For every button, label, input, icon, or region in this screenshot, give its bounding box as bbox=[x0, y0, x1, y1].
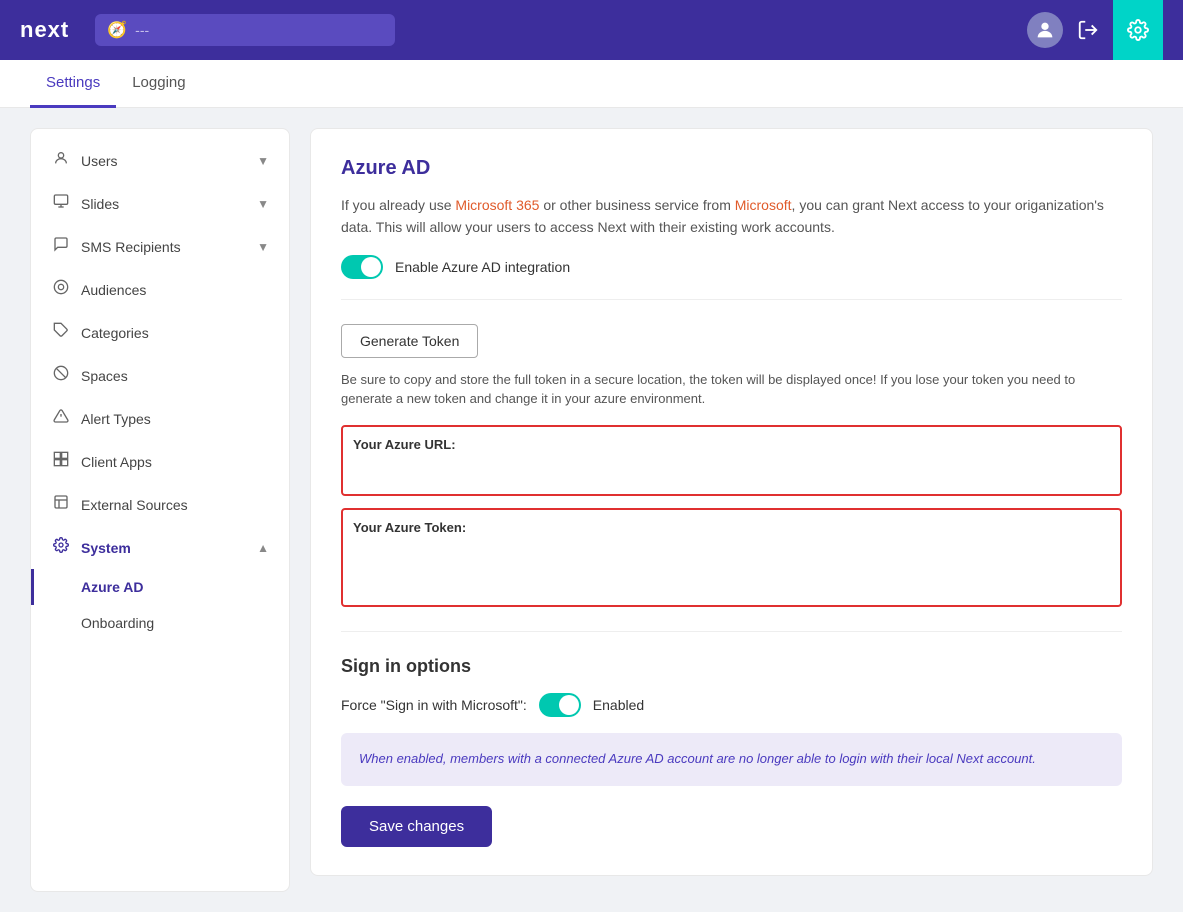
sidebar-item-slides[interactable]: Slides ▼ bbox=[31, 182, 289, 225]
sidebar-item-audiences[interactable]: Audiences bbox=[31, 268, 289, 311]
avatar[interactable] bbox=[1027, 12, 1063, 48]
chevron-down-icon: ▼ bbox=[257, 240, 269, 254]
sidebar-sub-label-onboarding: Onboarding bbox=[81, 615, 154, 631]
logout-button[interactable] bbox=[1063, 0, 1113, 60]
sidebar-sub-item-azure-ad[interactable]: Azure AD bbox=[31, 569, 289, 605]
enabled-text: Enabled bbox=[593, 697, 644, 713]
sidebar-item-alert-types[interactable]: Alert Types bbox=[31, 397, 289, 440]
search-placeholder: --- bbox=[135, 22, 149, 38]
sign-in-info-box: When enabled, members with a connected A… bbox=[341, 733, 1122, 786]
user-icon bbox=[51, 150, 71, 171]
audiences-icon bbox=[51, 279, 71, 300]
azure-url-label: Your Azure URL: bbox=[343, 429, 1120, 460]
search-bar[interactable]: 🧭 --- bbox=[95, 14, 395, 46]
chevron-up-icon: ▲ bbox=[257, 541, 269, 555]
token-note: Be sure to copy and store the full token… bbox=[341, 370, 1122, 409]
sidebar-item-categories[interactable]: Categories bbox=[31, 311, 289, 354]
chevron-down-icon: ▼ bbox=[257, 197, 269, 211]
sidebar-label-sms: SMS Recipients bbox=[81, 239, 181, 255]
sidebar-item-spaces[interactable]: Spaces bbox=[31, 354, 289, 397]
azure-token-label: Your Azure Token: bbox=[343, 512, 1120, 543]
sidebar-item-system[interactable]: System ▲ bbox=[31, 526, 289, 569]
azure-url-field: Your Azure URL: bbox=[341, 425, 1122, 496]
sidebar-label-client-apps: Client Apps bbox=[81, 454, 152, 470]
enable-azure-label: Enable Azure AD integration bbox=[395, 259, 570, 275]
sidebar: Users ▼ Slides ▼ SMS Recipients ▼ Audien… bbox=[30, 128, 290, 892]
azure-ad-description: If you already use Microsoft 365 or othe… bbox=[341, 194, 1122, 239]
sign-in-options-title: Sign in options bbox=[341, 656, 1122, 677]
sidebar-item-users[interactable]: Users ▼ bbox=[31, 139, 289, 182]
main-container: Users ▼ Slides ▼ SMS Recipients ▼ Audien… bbox=[0, 108, 1183, 912]
settings-icon-btn[interactable] bbox=[1113, 0, 1163, 60]
sidebar-label-alert-types: Alert Types bbox=[81, 411, 151, 427]
sidebar-label-external-sources: External Sources bbox=[81, 497, 188, 513]
sidebar-label-categories: Categories bbox=[81, 325, 149, 341]
sidebar-label-slides: Slides bbox=[81, 196, 119, 212]
enable-azure-toggle-row: Enable Azure AD integration bbox=[341, 255, 1122, 279]
top-nav: Settings Logging bbox=[0, 60, 1183, 108]
chevron-down-icon: ▼ bbox=[257, 154, 269, 168]
logo: next bbox=[20, 17, 69, 43]
sidebar-sub-item-onboarding[interactable]: Onboarding bbox=[31, 605, 289, 641]
toggle-knob bbox=[559, 695, 579, 715]
sidebar-label-spaces: Spaces bbox=[81, 368, 128, 384]
sidebar-label-audiences: Audiences bbox=[81, 282, 146, 298]
client-apps-icon bbox=[51, 451, 71, 472]
sidebar-item-external-sources[interactable]: External Sources bbox=[31, 483, 289, 526]
content-area: Azure AD If you already use Microsoft 36… bbox=[310, 128, 1153, 892]
info-text: When enabled, members with a connected A… bbox=[359, 751, 1036, 766]
external-sources-icon bbox=[51, 494, 71, 515]
save-changes-button[interactable]: Save changes bbox=[341, 806, 492, 847]
token-section: Generate Token Be sure to copy and store… bbox=[341, 300, 1122, 632]
sidebar-sub-label-azure-ad: Azure AD bbox=[81, 579, 144, 595]
azure-token-input[interactable] bbox=[343, 543, 1120, 603]
force-sign-in-label: Force "Sign in with Microsoft": bbox=[341, 697, 527, 713]
slides-icon bbox=[51, 193, 71, 214]
compass-icon: 🧭 bbox=[107, 20, 127, 40]
sidebar-item-client-apps[interactable]: Client Apps bbox=[31, 440, 289, 483]
azure-url-input[interactable] bbox=[343, 460, 1120, 492]
sms-icon bbox=[51, 236, 71, 257]
azure-ad-title: Azure AD bbox=[341, 157, 1122, 180]
system-icon bbox=[51, 537, 71, 558]
sign-in-options-section: Sign in options Force "Sign in with Micr… bbox=[341, 632, 1122, 847]
enable-azure-toggle[interactable] bbox=[341, 255, 383, 279]
header: next 🧭 --- bbox=[0, 0, 1183, 60]
azure-ad-card: Azure AD If you already use Microsoft 36… bbox=[310, 128, 1153, 876]
spaces-icon bbox=[51, 365, 71, 386]
sidebar-label-users: Users bbox=[81, 153, 118, 169]
tab-settings[interactable]: Settings bbox=[30, 60, 116, 108]
generate-token-button[interactable]: Generate Token bbox=[341, 324, 478, 358]
force-sign-in-row: Force "Sign in with Microsoft": Enabled bbox=[341, 693, 1122, 717]
tab-logging[interactable]: Logging bbox=[116, 60, 201, 108]
force-sign-in-toggle[interactable] bbox=[539, 693, 581, 717]
tag-icon bbox=[51, 322, 71, 343]
sidebar-label-system: System bbox=[81, 540, 131, 556]
sidebar-item-sms-recipients[interactable]: SMS Recipients ▼ bbox=[31, 225, 289, 268]
alert-icon bbox=[51, 408, 71, 429]
azure-token-field: Your Azure Token: bbox=[341, 508, 1122, 607]
header-icons bbox=[1027, 0, 1163, 60]
toggle-knob bbox=[361, 257, 381, 277]
